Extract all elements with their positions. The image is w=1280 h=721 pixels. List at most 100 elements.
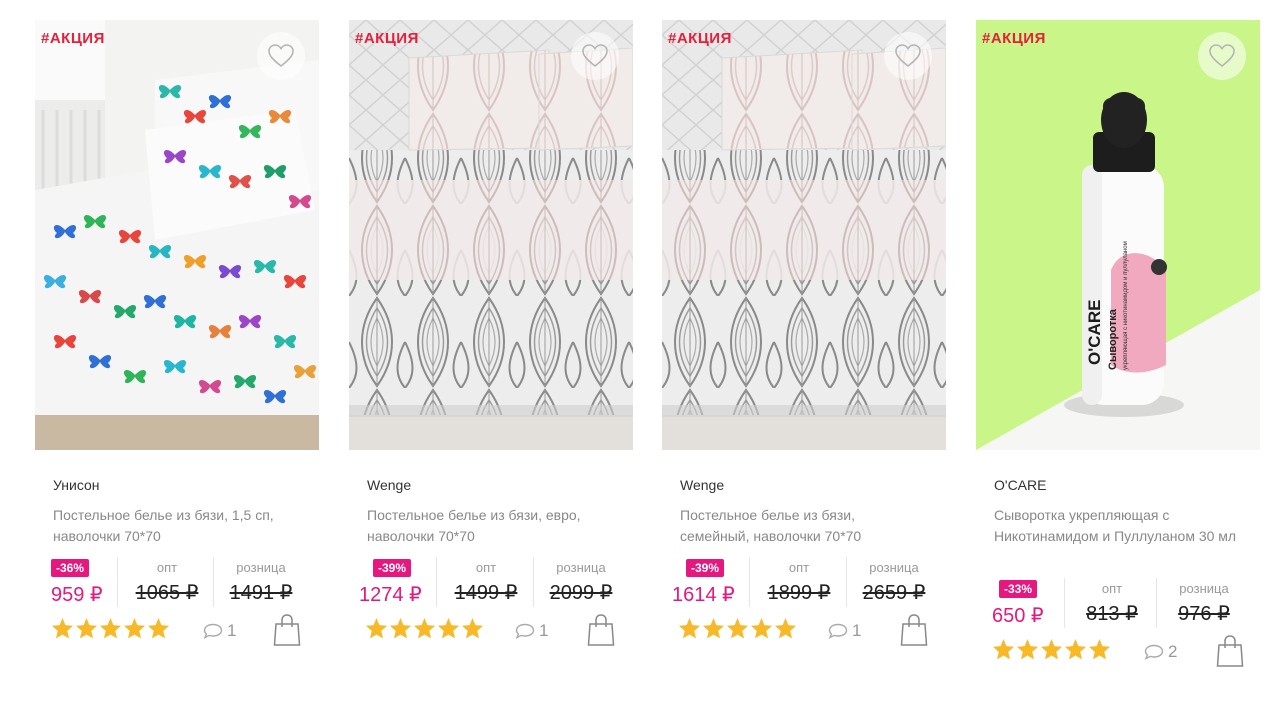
heart-icon	[1209, 44, 1235, 68]
product-title[interactable]: Постельное белье из бязи, семейный, наво…	[680, 505, 928, 547]
comments-count: 2	[1168, 642, 1178, 661]
bedding-photo	[349, 20, 633, 450]
product-brand[interactable]: O'CARE	[994, 477, 1260, 493]
retail-price: 2659 ₽	[862, 582, 926, 604]
add-to-cart-button[interactable]	[900, 613, 928, 652]
opt-price: 1499 ₽	[454, 582, 518, 604]
divider	[1156, 578, 1157, 628]
shopping-bag-icon	[1216, 635, 1244, 667]
retail-label: розница	[236, 560, 286, 575]
product-image[interactable]: O'CARE Сыворотка укрепляющая с никотинам…	[976, 20, 1260, 450]
rating-stars	[678, 617, 797, 639]
comments-link[interactable]: 1	[515, 621, 548, 641]
product-image[interactable]: #АКЦИЯ	[349, 20, 633, 450]
star-icon	[461, 617, 484, 639]
price-block: -39% 1614 ₽ опт 1899 ₽ розница 2659 ₽	[662, 557, 946, 613]
rating-stars	[51, 617, 170, 639]
product-card[interactable]: O'CARE Сыворотка укрепляющая с никотинам…	[976, 20, 1260, 674]
promo-tag: #АКЦИЯ	[41, 30, 105, 47]
card-footer: 1	[349, 613, 633, 653]
divider	[846, 557, 847, 607]
comment-bubble-icon	[1144, 644, 1164, 660]
star-icon	[389, 617, 412, 639]
discount-badge: -39%	[373, 559, 412, 577]
price-block: -39% 1274 ₽ опт 1499 ₽ розница 2099 ₽	[349, 557, 633, 613]
divider	[1064, 578, 1065, 628]
retail-label: розница	[556, 560, 606, 575]
favorite-button[interactable]	[571, 32, 619, 80]
heart-icon	[268, 44, 294, 68]
divider	[533, 557, 534, 607]
star-icon	[726, 617, 749, 639]
product-brand[interactable]: Wenge	[680, 477, 946, 493]
retail-price: 1491 ₽	[229, 582, 293, 604]
current-price: 1614 ₽	[672, 584, 735, 606]
star-icon	[75, 617, 98, 639]
opt-label: опт	[475, 560, 497, 575]
retail-price: 2099 ₽	[549, 582, 613, 604]
star-icon	[99, 617, 122, 639]
opt-label: опт	[1101, 581, 1123, 596]
add-to-cart-button[interactable]	[1216, 634, 1244, 673]
product-card[interactable]: #АКЦИЯ Wenge Постельное белье из бязи, с…	[662, 20, 946, 653]
product-brand[interactable]: Унисон	[53, 477, 319, 493]
add-to-cart-button[interactable]	[273, 613, 301, 652]
star-icon	[413, 617, 436, 639]
star-icon	[678, 617, 701, 639]
serum-photo: O'CARE Сыворотка укрепляющая с никотинам…	[976, 20, 1260, 450]
comments-link[interactable]: 1	[203, 621, 236, 641]
promo-tag: #АКЦИЯ	[355, 30, 419, 47]
comment-bubble-icon	[203, 623, 223, 639]
product-brand[interactable]: Wenge	[367, 477, 633, 493]
product-card[interactable]: #АКЦИЯ Унисон Постельное белье из бязи, …	[35, 20, 319, 653]
comments-count: 1	[852, 621, 862, 640]
star-icon	[1088, 638, 1111, 660]
star-icon	[1064, 638, 1087, 660]
heart-icon	[582, 44, 608, 68]
discount-badge: -39%	[686, 559, 725, 577]
product-card[interactable]: #АКЦИЯ Wenge Постельное белье из бязи, е…	[349, 20, 633, 653]
card-footer: 1	[662, 613, 946, 653]
star-icon	[992, 638, 1015, 660]
product-title[interactable]: Сыворотка укрепляющая с Никотинамидом и …	[994, 505, 1242, 568]
add-to-cart-button[interactable]	[587, 613, 615, 652]
card-footer: 2	[976, 634, 1260, 674]
star-icon	[1040, 638, 1063, 660]
star-icon	[365, 617, 388, 639]
comment-bubble-icon	[828, 623, 848, 639]
rating-stars	[365, 617, 484, 639]
favorite-button[interactable]	[884, 32, 932, 80]
retail-label: розница	[1179, 581, 1229, 596]
product-image[interactable]: #АКЦИЯ	[35, 20, 319, 450]
product-title[interactable]: Постельное белье из бязи, евро, наволочк…	[367, 505, 615, 547]
opt-price: 1899 ₽	[767, 582, 831, 604]
rating-stars	[992, 638, 1111, 660]
bottle-sub: укрепляющая с никотинамидом и пуллуланом	[1123, 241, 1129, 370]
shopping-bag-icon	[900, 614, 928, 646]
comments-link[interactable]: 1	[828, 621, 861, 641]
divider	[436, 557, 437, 607]
comment-bubble-icon	[515, 623, 535, 639]
promo-tag: #АКЦИЯ	[982, 30, 1046, 47]
favorite-button[interactable]	[257, 32, 305, 80]
retail-price: 976 ₽	[1178, 603, 1230, 625]
card-footer: 1	[35, 613, 319, 653]
star-icon	[750, 617, 773, 639]
star-icon	[123, 617, 146, 639]
product-grid: #АКЦИЯ Унисон Постельное белье из бязи, …	[0, 0, 1280, 721]
discount-badge: -36%	[51, 559, 90, 577]
opt-label: опт	[156, 560, 178, 575]
comments-link[interactable]: 2	[1144, 642, 1177, 662]
star-icon	[437, 617, 460, 639]
retail-label: розница	[869, 560, 919, 575]
favorite-button[interactable]	[1198, 32, 1246, 80]
heart-icon	[895, 44, 921, 68]
shopping-bag-icon	[587, 614, 615, 646]
product-image[interactable]: #АКЦИЯ	[662, 20, 946, 450]
price-block: -36% 959 ₽ опт 1065 ₽ розница 1491 ₽	[35, 557, 319, 613]
shopping-bag-icon	[273, 614, 301, 646]
product-title[interactable]: Постельное белье из бязи, 1,5 сп, наволо…	[53, 505, 301, 547]
divider	[213, 557, 214, 607]
bedding-photo	[662, 20, 946, 450]
star-icon	[51, 617, 74, 639]
